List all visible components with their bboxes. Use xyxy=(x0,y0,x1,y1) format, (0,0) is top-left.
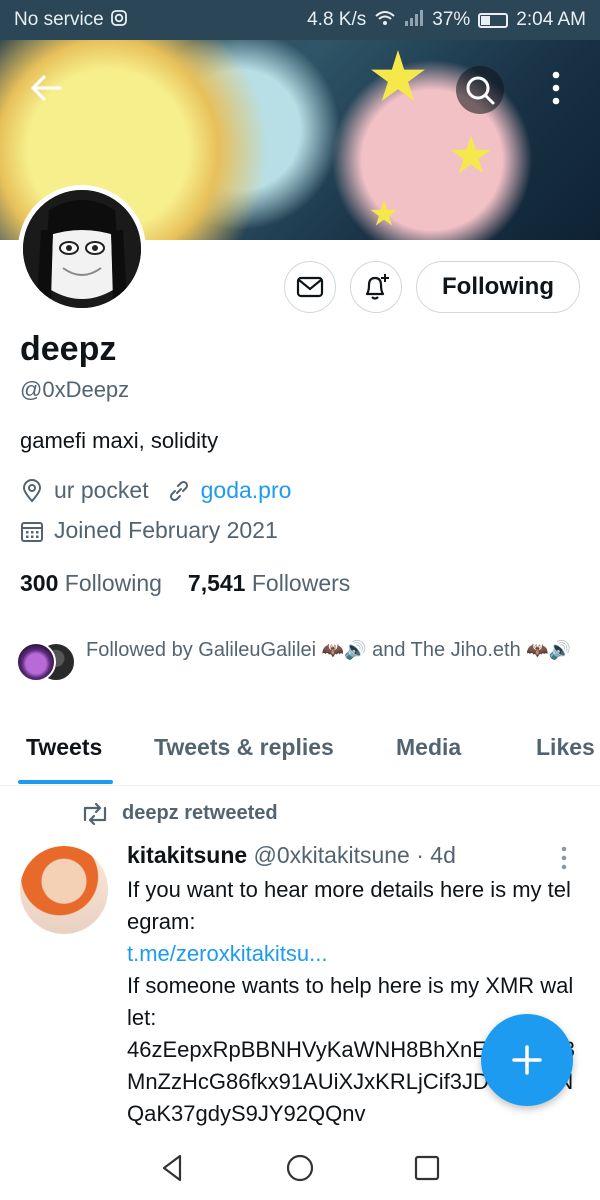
bat-icon: 🦇 xyxy=(321,640,345,660)
followers-label: Followers xyxy=(251,570,351,596)
compose-tweet-button[interactable] xyxy=(481,1014,573,1106)
following-label: Following xyxy=(64,570,162,596)
tweet-line: If you want to hear more details here is… xyxy=(127,877,571,934)
search-button[interactable] xyxy=(456,66,504,114)
back-arrow-icon xyxy=(31,75,62,101)
following-count: 300 xyxy=(20,570,59,596)
tweet-link[interactable]: t.me/zeroxkitakitsu... xyxy=(127,938,577,970)
followed-by-label: Followed by GalileuGalilei xyxy=(86,639,317,661)
website-link[interactable]: goda.pro xyxy=(201,477,292,504)
more-vertical-icon xyxy=(552,71,560,105)
status-bar: No service 4.8 K/s 37% 2:04 AM xyxy=(0,0,600,40)
carrier-label: No service xyxy=(14,9,104,30)
bat-icon: 🦇 xyxy=(526,640,549,660)
system-navigation-bar xyxy=(0,1136,600,1200)
joined-date: Joined February 2021 xyxy=(54,517,278,543)
nav-home-icon[interactable] xyxy=(285,1153,315,1183)
profile-tabs: Tweets Tweets & replies Media Likes xyxy=(0,716,600,786)
followers-count-link[interactable]: 7,541 Followers xyxy=(188,570,350,597)
bell-plus-icon xyxy=(365,274,389,300)
back-button[interactable] xyxy=(24,66,68,110)
battery-icon xyxy=(478,12,509,28)
user-handle: @0xDeepz xyxy=(20,377,130,402)
location-text: ur pocket xyxy=(54,477,149,503)
followed-by-text: Followed by GalileuGalilei 🦇🔊 and The Ji… xyxy=(86,636,576,665)
location-pin-icon xyxy=(22,478,42,503)
following-count-link[interactable]: 300 Following xyxy=(20,570,162,597)
more-options-button[interactable] xyxy=(534,66,578,110)
speaker-icon: 🔊 xyxy=(344,640,367,660)
tab-tweets[interactable]: Tweets xyxy=(26,734,102,761)
tweet-author-avatar[interactable] xyxy=(20,846,108,934)
banner-star xyxy=(371,50,425,101)
clock: 2:04 AM xyxy=(516,9,586,30)
tweet-author-name[interactable]: kitakitsune xyxy=(127,842,247,868)
profile-meta-row: Joined February 2021 xyxy=(20,517,278,544)
instagram-icon xyxy=(110,9,128,32)
tab-tweets-and-replies[interactable]: Tweets & replies xyxy=(154,734,334,761)
banner-star xyxy=(370,200,398,226)
profile-bio: gamefi maxi, solidity xyxy=(20,428,219,453)
tweet-more-button[interactable] xyxy=(560,846,568,875)
tweet-header: kitakitsune @0xkitakitsune · 4d xyxy=(127,842,456,869)
search-icon xyxy=(466,76,495,105)
retweet-label: deepz retweeted xyxy=(122,802,278,824)
follow-counts: 300 Following 7,541 Followers xyxy=(20,570,350,597)
followers-count: 7,541 xyxy=(187,570,246,596)
tweet-time: · 4d xyxy=(416,842,456,868)
display-name: deepz xyxy=(20,330,117,368)
followed-by-avatars xyxy=(16,642,78,684)
envelope-icon xyxy=(296,276,324,298)
calendar-icon xyxy=(21,521,43,542)
notifications-button[interactable] xyxy=(350,261,402,313)
retweet-icon xyxy=(83,802,107,825)
nav-recents-icon[interactable] xyxy=(412,1153,442,1183)
signal-icon xyxy=(404,9,424,32)
profile-meta-row: ur pocket goda.pro xyxy=(20,477,291,504)
tweet-author-handle[interactable]: @0xkitakitsune xyxy=(254,842,410,868)
followed-by-and: and The Jiho.eth xyxy=(372,639,521,661)
link-icon xyxy=(169,480,188,501)
following-button[interactable]: Following xyxy=(416,261,580,313)
active-tab-indicator xyxy=(18,780,113,784)
avatar xyxy=(16,642,56,682)
network-speed: 4.8 K/s xyxy=(307,9,367,30)
plus-icon xyxy=(512,1045,542,1075)
profile-avatar[interactable] xyxy=(18,185,146,313)
avatar-image xyxy=(23,190,141,308)
nav-back-icon[interactable] xyxy=(158,1153,188,1183)
battery-percent: 37% xyxy=(432,9,471,30)
banner-star xyxy=(450,135,492,174)
tab-likes[interactable]: Likes xyxy=(536,734,595,761)
retweet-indicator: deepz retweeted xyxy=(80,802,278,825)
message-button[interactable] xyxy=(284,261,336,313)
wifi-icon xyxy=(374,9,396,32)
tab-media[interactable]: Media xyxy=(396,734,461,761)
more-vertical-icon xyxy=(561,846,567,870)
speaker-icon: 🔊 xyxy=(548,640,572,660)
